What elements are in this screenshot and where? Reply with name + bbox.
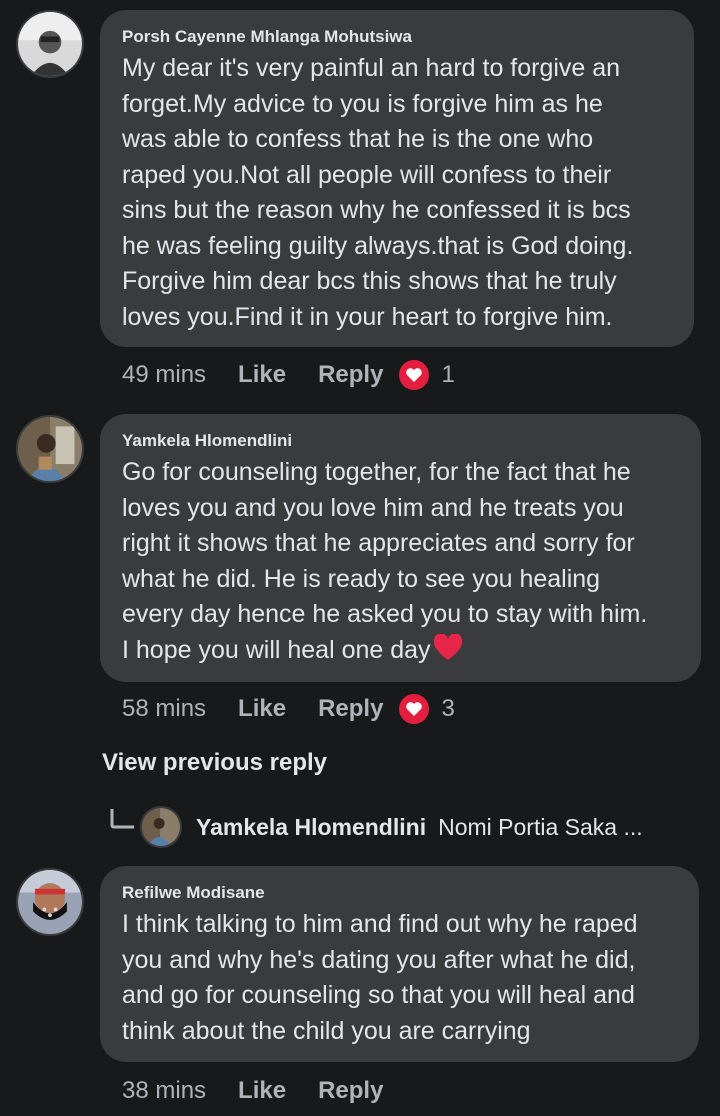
view-previous-reply-link[interactable]: View previous reply [102, 749, 327, 777]
comment-author[interactable]: Porsh Cayenne Mhlanga Mohutsiwa [122, 26, 674, 48]
avatar[interactable] [140, 806, 182, 848]
reply-author[interactable]: Yamkela Hlomendlini [196, 814, 426, 841]
reply-button[interactable]: Reply [318, 1077, 383, 1105]
like-button[interactable]: Like [238, 361, 286, 389]
comment-actions: 49 mins Like Reply 1 [122, 358, 455, 392]
reply-preview[interactable]: Nomi Portia Saka ... [438, 814, 643, 841]
comment-author[interactable]: Refilwe Modisane [122, 882, 679, 904]
heart-icon[interactable] [399, 694, 430, 724]
avatar[interactable] [16, 10, 84, 78]
comment-text: I think talking to him and find out why … [122, 910, 638, 1045]
comment-bubble: Refilwe Modisane I think talking to him … [100, 866, 699, 1062]
reply-arrow-icon [108, 805, 140, 849]
reply-button[interactable]: Reply [318, 695, 383, 723]
reaction-count[interactable]: 3 [441, 695, 454, 723]
comment-text: My dear it's very painful an hard to for… [122, 54, 634, 331]
comment-text: Go for counseling together, for the fact… [122, 455, 681, 671]
avatar[interactable] [16, 415, 84, 483]
reaction-count[interactable]: 1 [441, 361, 454, 389]
avatar[interactable] [16, 868, 84, 936]
comment-timestamp[interactable]: 49 mins [122, 361, 206, 389]
comment-bubble: Yamkela Hlomendlini Go for counseling to… [100, 414, 701, 682]
red-heart-icon [433, 632, 463, 672]
like-button[interactable]: Like [238, 1077, 286, 1105]
reply-button[interactable]: Reply [318, 361, 383, 389]
comment-timestamp[interactable]: 58 mins [122, 695, 206, 723]
comment-bubble: Porsh Cayenne Mhlanga Mohutsiwa My dear … [100, 10, 694, 347]
comment-author[interactable]: Yamkela Hlomendlini [122, 430, 681, 452]
comment-actions: 58 mins Like Reply 3 [122, 692, 455, 726]
comment-actions: 38 mins Like Reply [122, 1074, 399, 1108]
collapsed-reply[interactable]: Yamkela Hlomendlini Nomi Portia Saka ... [108, 805, 708, 849]
like-button[interactable]: Like [238, 695, 286, 723]
comment-timestamp[interactable]: 38 mins [122, 1077, 206, 1105]
comment-text-body: Go for counseling together, for the fact… [122, 458, 648, 664]
heart-icon[interactable] [399, 360, 430, 390]
